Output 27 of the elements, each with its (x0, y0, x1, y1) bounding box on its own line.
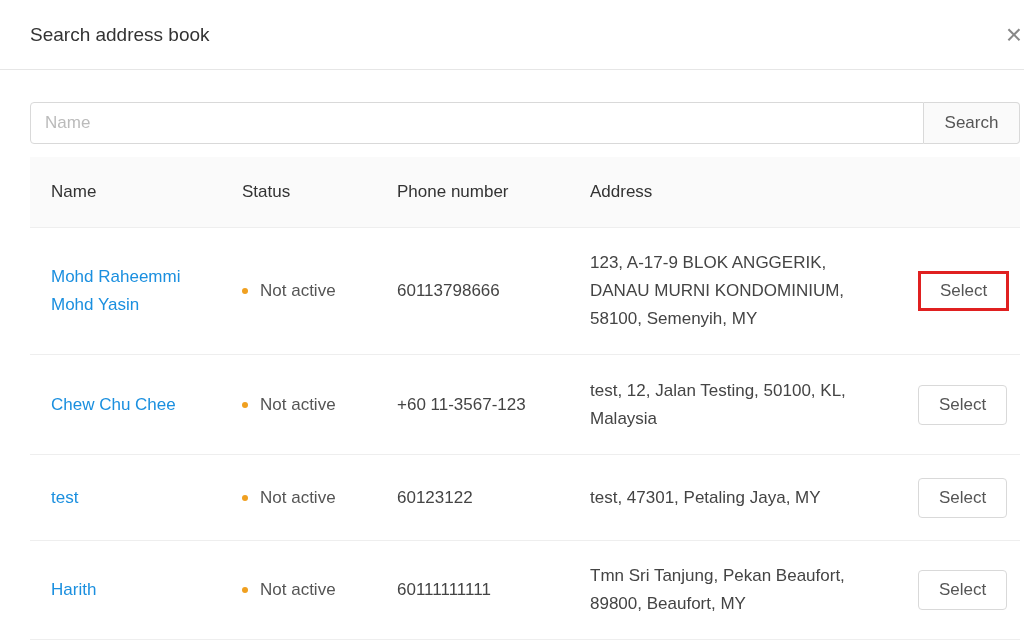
status-text: Not active (260, 486, 336, 509)
phone-number: 60111111111 (397, 579, 491, 601)
phone-number: 60123122 (397, 486, 473, 509)
close-icon[interactable]: × (1005, 18, 1024, 51)
column-header: Address (589, 182, 653, 202)
column-header: Status (241, 182, 291, 202)
address-text: Tmn Sri Tanjung, Pekan Beaufort, 89800, Beaufort, MY (590, 565, 846, 615)
select-button[interactable]: Select (918, 570, 1008, 610)
name-search-field[interactable]: Name (30, 102, 924, 144)
phone-number: +60 11-3567-123 (397, 393, 526, 416)
contact-name-link[interactable]: Chew Chu Chee (51, 390, 176, 419)
status-text: Not active (260, 579, 336, 601)
column-header: Name (50, 182, 97, 202)
contact-name-link[interactable]: test (51, 483, 79, 512)
dialog-title: Search address book (30, 23, 210, 46)
select-button[interactable]: Select (918, 384, 1008, 425)
phone-number: 60113798666 (397, 280, 500, 302)
contact-name-link[interactable]: Mohd Raheemmi Mohd Yasin (51, 263, 201, 319)
status-text: Not active (260, 280, 336, 302)
column-header: Phone number (396, 182, 509, 202)
address-text: test, 47301, Petaling Jaya, MY (590, 486, 821, 509)
status-text: Not active (260, 393, 336, 416)
select-button[interactable]: Select (918, 477, 1008, 518)
search-button[interactable]: Search (924, 102, 1020, 144)
address-text: 123, A-17-9 BLOK ANGGERIK, DANAU MURNI KONDOMINIUM, 58100, Semenyih, MY (590, 252, 846, 330)
select-button[interactable]: Select (918, 271, 1010, 311)
address-text: test, 12, Jalan Testing, 50100, KL, Malaysia (590, 379, 847, 430)
